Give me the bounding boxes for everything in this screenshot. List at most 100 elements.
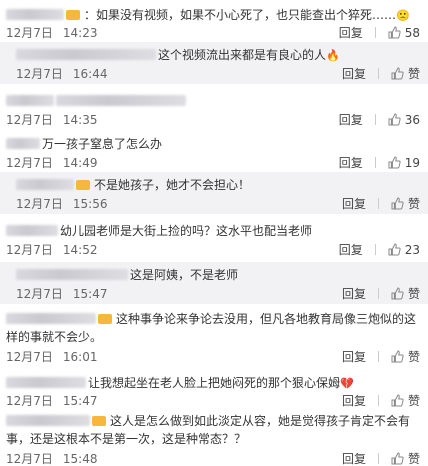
username-blurred[interactable] <box>6 415 90 426</box>
comment-item: 让我想起坐在老人脸上把她闷死的那个狠心保姆💔 12月7日 15:47 回复 赞 <box>0 368 428 410</box>
comment-text: 让我想起坐在老人脸上把她闷死的那个狠心保姆 <box>88 376 341 390</box>
like-button[interactable]: 58 <box>388 26 420 40</box>
like-count: 赞 <box>407 67 420 81</box>
like-button[interactable]: 赞 <box>391 285 420 302</box>
comment-date: 12月7日 <box>6 452 53 466</box>
comment-reply-item: 不是她孩子，她才不会担心！ 12月7日 15:56 回复 赞 <box>0 172 428 214</box>
reply-button[interactable]: 回复 <box>342 65 366 82</box>
comment-meta: 12月7日 14:49 <box>6 154 98 171</box>
like-button[interactable]: 赞 <box>391 392 420 409</box>
username-blurred[interactable] <box>16 49 156 60</box>
thumbs-up-icon <box>388 26 401 39</box>
divider <box>377 351 379 362</box>
comment-actions: 回复 19 <box>327 154 420 171</box>
broken-heart-icon: 💔 <box>340 377 354 390</box>
comment-time: 16:44 <box>72 67 108 81</box>
comment-text: 这是阿姨，不是老师 <box>130 268 239 282</box>
comment-text-line: 万一孩子窒息了怎么办 <box>6 135 398 153</box>
reply-button[interactable]: 回复 <box>339 241 363 258</box>
comment-text-blurred <box>56 95 186 106</box>
comment-actions: 回复 23 <box>327 241 420 258</box>
username-blurred[interactable] <box>6 225 58 236</box>
comment-date: 12月7日 <box>6 350 53 364</box>
reply-button[interactable]: 回复 <box>342 195 366 212</box>
comment-text-line: 这个视频流出来都是有良心的人🔥 <box>16 46 398 65</box>
username-blurred[interactable] <box>6 138 40 149</box>
comment-text: 万一孩子窒息了怎么办 <box>42 137 163 151</box>
like-button[interactable]: 赞 <box>391 65 420 82</box>
comment-meta: 12月7日 15:56 <box>16 195 108 212</box>
like-count: 36 <box>404 113 420 127</box>
reply-button[interactable]: 回复 <box>342 392 366 409</box>
comment-meta: 12月7日 14:52 <box>6 241 98 258</box>
comment-text-line: 不是她孩子，她才不会担心！ <box>16 176 398 194</box>
like-count: 赞 <box>407 197 420 211</box>
like-button[interactable]: 19 <box>388 156 420 170</box>
like-button[interactable]: 赞 <box>391 450 420 466</box>
comment-time: 15:56 <box>72 197 108 211</box>
comment-actions: 回复 赞 <box>330 392 420 409</box>
comment-time: 15:48 <box>62 452 98 466</box>
member-badge-icon <box>66 10 80 20</box>
comment-actions: 回复 赞 <box>330 450 420 466</box>
comment-text: 不是她孩子，她才不会担心！ <box>94 178 251 192</box>
member-badge-icon <box>76 180 90 190</box>
like-button[interactable]: 赞 <box>391 195 420 212</box>
comment-text-line: 让我想起坐在老人脸上把她闷死的那个狠心保姆💔 <box>6 374 398 393</box>
comment-actions: 回复 58 <box>327 24 420 41</box>
divider <box>377 395 379 406</box>
like-button[interactable]: 赞 <box>391 348 420 365</box>
comment-actions: 回复 赞 <box>330 195 420 212</box>
username-blurred[interactable] <box>16 179 74 190</box>
comment-date: 12月7日 <box>6 243 53 257</box>
reply-button[interactable]: 回复 <box>342 450 366 466</box>
sad-emoji-icon: 🙁 <box>396 9 410 22</box>
reply-button[interactable]: 回复 <box>339 111 363 128</box>
comment-item: 这人是怎么做到如此淡定从容，她是觉得孩子肯定不会有事，还是这根本不是第一次，这是… <box>0 410 428 466</box>
username-blurred[interactable] <box>6 377 86 388</box>
thumbs-up-icon <box>391 452 404 465</box>
comment-text: 这个视频流出来都是有良心的人 <box>158 48 327 62</box>
comment-actions: 回复 赞 <box>330 285 420 302</box>
comment-meta: 12月7日 16:01 <box>6 348 98 365</box>
comment-reply-item: 这个视频流出来都是有良心的人🔥 12月7日 16:44 回复 赞 <box>0 42 428 84</box>
username-blurred[interactable] <box>6 9 64 20</box>
thumbs-up-icon <box>388 156 401 169</box>
comment-reply-item: 这是阿姨，不是老师 12月7日 15:47 回复 赞 <box>0 262 428 304</box>
comment-date: 12月7日 <box>6 26 53 40</box>
divider <box>374 244 376 255</box>
like-button[interactable]: 36 <box>388 113 420 127</box>
like-count: 58 <box>404 26 420 40</box>
comment-meta: 12月7日 14:23 <box>6 24 98 41</box>
like-button[interactable]: 23 <box>388 243 420 257</box>
comment-meta: 12月7日 14:35 <box>6 111 98 128</box>
divider <box>374 114 376 125</box>
thumbs-up-icon <box>391 67 404 80</box>
like-count: 23 <box>404 243 420 257</box>
comment-actions: 回复 赞 <box>330 65 420 82</box>
thumbs-up-icon <box>391 394 404 407</box>
comment-item: 幼儿园老师是大街上捡的吗？这水平也配当老师 12月7日 14:52 回复 23 <box>0 216 428 260</box>
comment-date: 12月7日 <box>16 67 63 81</box>
comment-date: 12月7日 <box>6 156 53 170</box>
username-blurred[interactable] <box>6 313 96 324</box>
comment-text-line: 幼儿园老师是大街上捡的吗？这水平也配当老师 <box>6 222 398 240</box>
comment-date: 12月7日 <box>16 287 63 301</box>
reply-button[interactable]: 回复 <box>342 285 366 302</box>
reply-button[interactable]: 回复 <box>339 24 363 41</box>
comment-text-line: 这种事争论来争论去没用，但凡各地教育局像三炮似的这样的事就不会少。 <box>6 310 416 346</box>
reply-button[interactable]: 回复 <box>339 154 363 171</box>
like-count: 19 <box>404 156 420 170</box>
comment-date: 12月7日 <box>6 394 53 408</box>
username-blurred[interactable] <box>16 269 128 280</box>
comment-item: ：如果没有视频，如果不小心死了，也只能查出个猝死……🙁 12月7日 14:23 回… <box>0 0 428 42</box>
username-blurred[interactable] <box>6 95 54 106</box>
comment-time: 15:47 <box>62 394 98 408</box>
flame-emoji-icon: 🔥 <box>326 49 340 62</box>
like-count: 赞 <box>407 452 420 466</box>
like-count: 赞 <box>407 394 420 408</box>
reply-button[interactable]: 回复 <box>342 348 366 365</box>
thumbs-up-icon <box>388 243 401 256</box>
divider <box>374 27 376 38</box>
comment-meta: 12月7日 15:48 <box>6 450 98 466</box>
